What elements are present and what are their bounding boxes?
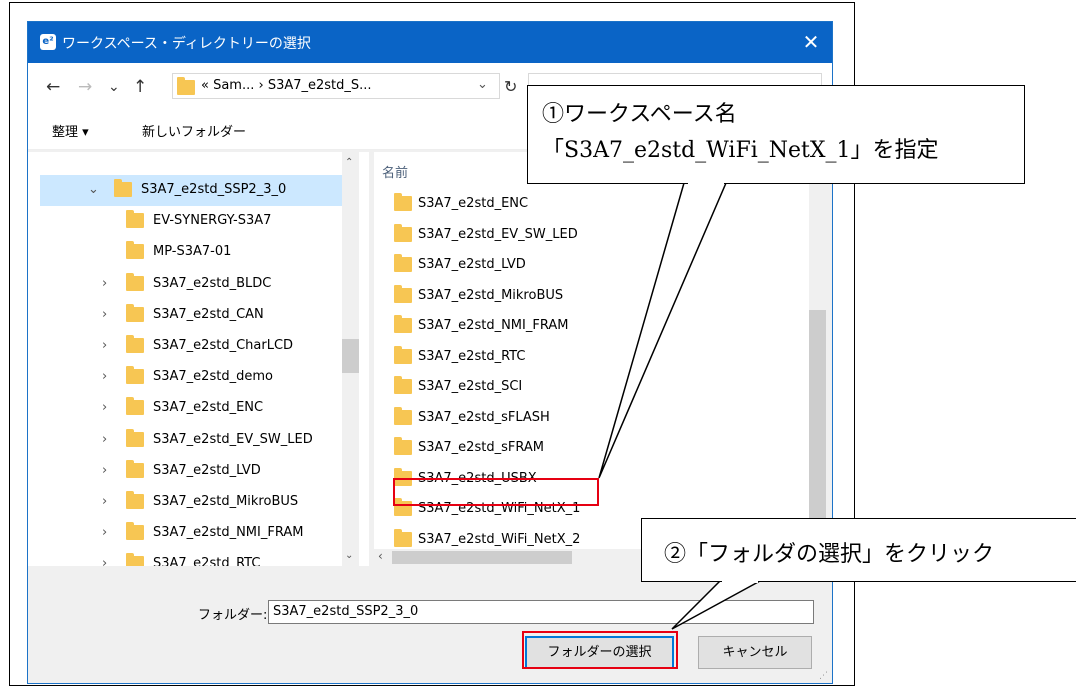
callout-one-joint xyxy=(688,181,724,185)
callout-one-line1: ①ワークスペース名 xyxy=(542,102,737,127)
callout-one-line2: 「S3A7_e2std_WiFi_NetX_1」を指定 xyxy=(542,138,939,163)
callout-two-pointer xyxy=(671,580,761,630)
callout-one-pointer xyxy=(598,182,728,479)
callout-one: ①ワークスペース名 「S3A7_e2std_WiFi_NetX_1」を指定 xyxy=(527,85,1025,184)
callout-two-joint xyxy=(722,579,758,583)
callout-two-text: ②「フォルダの選択」をクリック xyxy=(664,542,995,567)
callout-two: ②「フォルダの選択」をクリック xyxy=(641,518,1076,582)
